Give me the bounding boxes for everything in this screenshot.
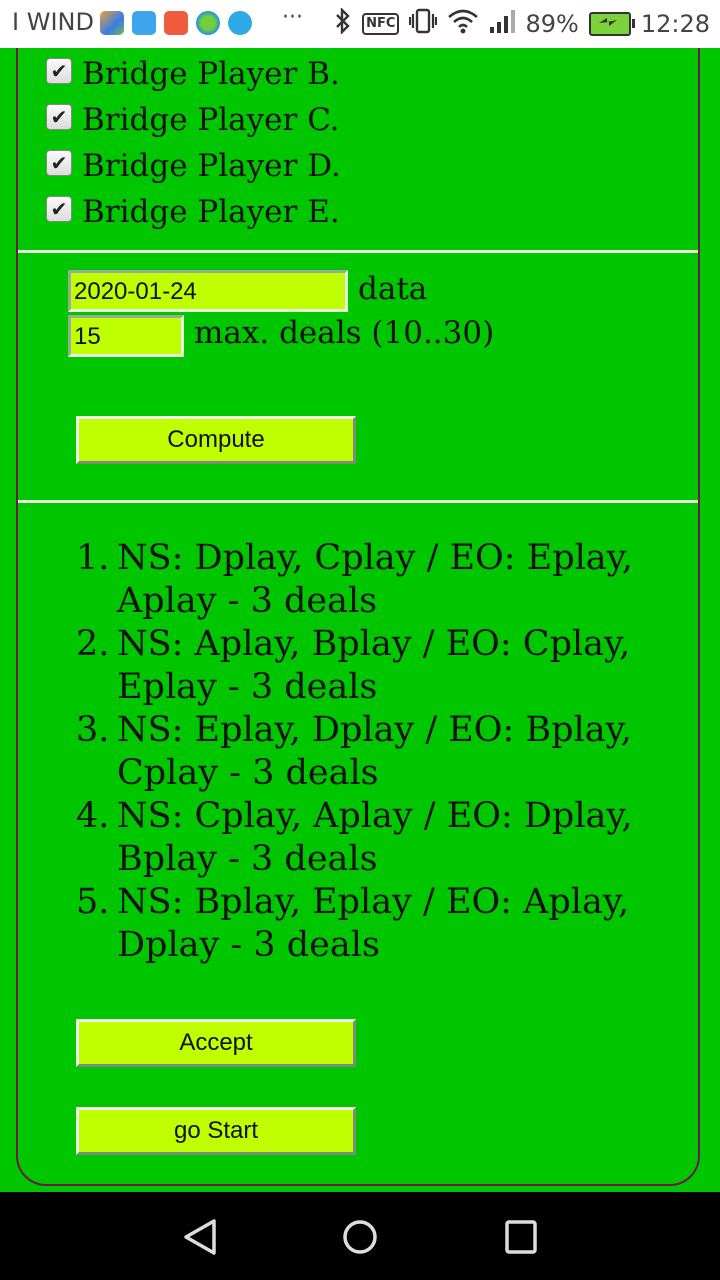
back-icon[interactable] (182, 1218, 218, 1260)
player-label: Bridge Player C. (82, 102, 340, 138)
list-item: 2. NS: Aplay, Bplay / EO: Cplay, Eplay - … (76, 624, 631, 707)
settings-section: 2020-01-24 data 15 max. deals (10..30) C… (18, 250, 698, 503)
max-deals-label: max. deals (10..30) (194, 315, 495, 351)
player-label: Bridge Player D. (82, 148, 341, 184)
checkbox-checked-icon[interactable]: ✔ (46, 58, 72, 84)
main-panel: ✔ Bridge Player B. ✔ Bridge Player C. ✔ … (16, 0, 700, 1186)
results-section: 1. NS: Dplay, Cplay / EO: Eplay, Aplay - … (18, 500, 698, 1187)
players-section: ✔ Bridge Player B. ✔ Bridge Player C. ✔ … (18, 48, 698, 250)
compute-button[interactable]: Compute (76, 416, 356, 464)
store-notification-icon (164, 11, 188, 35)
wifi-icon (447, 8, 479, 40)
nfc-icon: NFC (362, 13, 400, 35)
list-item: 3. NS: Eplay, Dplay / EO: Bplay, Cplay - … (76, 710, 632, 793)
date-input[interactable]: 2020-01-24 (68, 270, 348, 312)
notification-icons (100, 11, 252, 35)
list-item: 4. NS: Cplay, Aplay / EO: Dplay, Bplay - … (76, 796, 633, 879)
player-row-c[interactable]: ✔ Bridge Player C. (46, 100, 340, 140)
date-label: data (358, 271, 428, 307)
accept-button[interactable]: Accept (76, 1019, 356, 1067)
clock: 12:28 (640, 10, 710, 38)
list-item: 5. NS: Bplay, Eplay / EO: Aplay, Dplay - … (76, 882, 630, 965)
bluetooth-icon (334, 7, 352, 40)
checkbox-checked-icon[interactable]: ✔ (46, 196, 72, 222)
navigation-bar (0, 1192, 720, 1280)
vibrate-icon (409, 8, 438, 40)
system-status: NFC 89% 12:28 (334, 7, 710, 40)
checkbox-checked-icon[interactable]: ✔ (46, 104, 72, 130)
battery-charging-icon (588, 12, 635, 36)
usb-notification-icon (132, 11, 156, 35)
more-notifications-icon: ··· (282, 5, 303, 30)
checkbox-checked-icon[interactable]: ✔ (46, 150, 72, 176)
status-bar: I WIND ··· NFC 89% 12:28 (0, 0, 720, 48)
messenger-notification-icon (228, 11, 252, 35)
list-item: 1. NS: Dplay, Cplay / EO: Eplay, Aplay - … (76, 538, 633, 621)
player-label: Bridge Player B. (82, 56, 340, 92)
signal-icon (489, 8, 516, 40)
player-row-d[interactable]: ✔ Bridge Player D. (46, 146, 341, 186)
recent-apps-icon[interactable] (504, 1218, 538, 1260)
go-start-button[interactable]: go Start (76, 1107, 356, 1155)
player-row-b[interactable]: ✔ Bridge Player B. (46, 54, 340, 94)
battery-percent: 89% (525, 10, 579, 38)
player-label: Bridge Player E. (82, 194, 340, 230)
max-deals-input[interactable]: 15 (68, 315, 184, 357)
browser-notification-icon (196, 11, 220, 35)
app-notification-icon (100, 11, 124, 35)
player-row-e[interactable]: ✔ Bridge Player E. (46, 192, 340, 232)
carrier-name: I WIND (12, 8, 94, 36)
home-icon[interactable] (342, 1218, 378, 1260)
pairings-list: 1. NS: Dplay, Cplay / EO: Eplay, Aplay - … (76, 537, 636, 967)
